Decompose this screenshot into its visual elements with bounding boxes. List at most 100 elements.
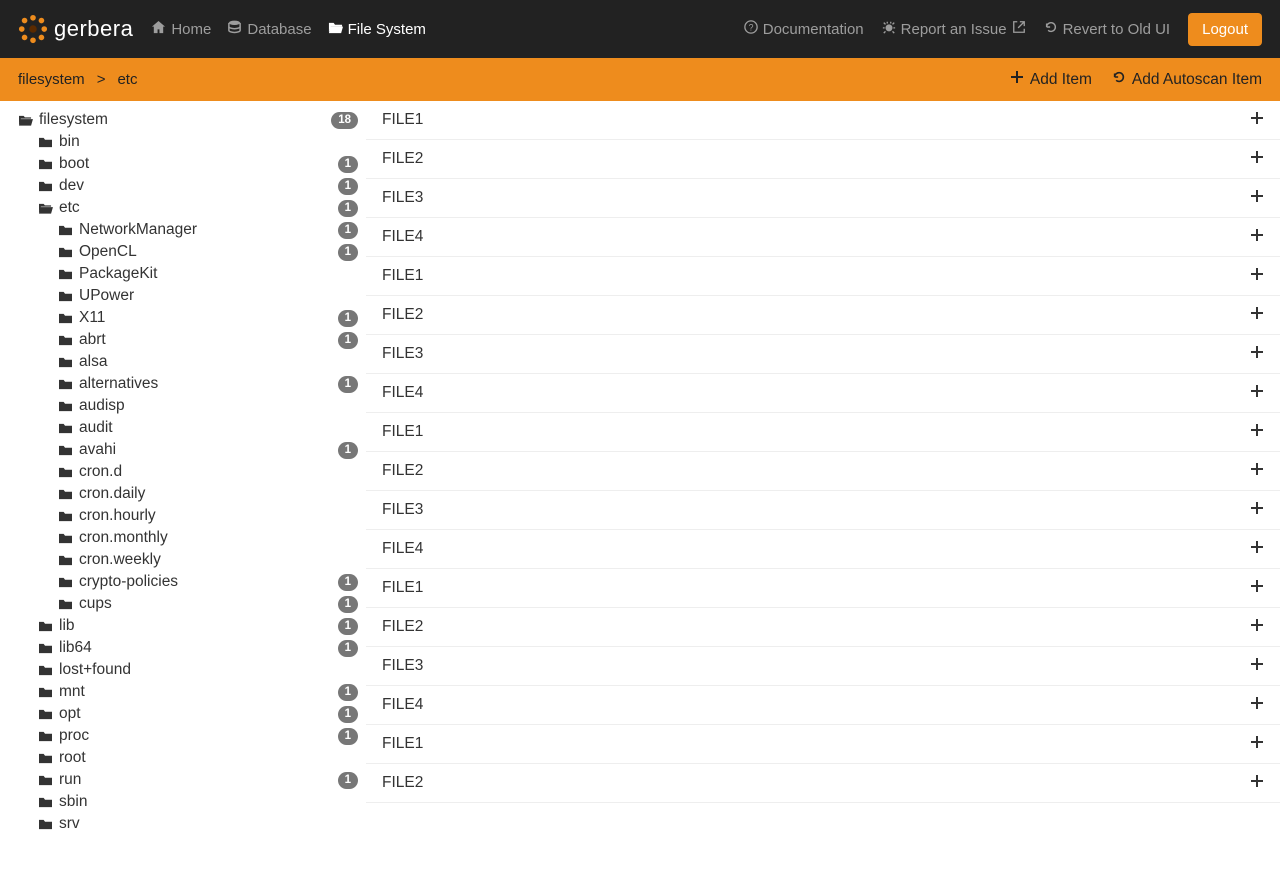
tree-item-cron.monthly[interactable]: cron.monthly <box>0 527 366 549</box>
add-file-button[interactable] <box>1250 617 1264 637</box>
add-file-button[interactable] <box>1250 149 1264 169</box>
count-badge: 1 <box>338 376 358 393</box>
add-file-button[interactable] <box>1250 344 1264 364</box>
tree-item-lib[interactable]: lib1 <box>0 615 366 637</box>
file-row[interactable]: FILE4 <box>366 374 1280 413</box>
count-badge: 1 <box>338 596 358 613</box>
tree-item-srv[interactable]: srv <box>0 813 366 835</box>
folder-icon <box>58 224 73 237</box>
file-row[interactable]: FILE1 <box>366 725 1280 764</box>
tree-item-label: avahi <box>79 440 116 460</box>
tree-item-alternatives[interactable]: alternatives1 <box>0 373 366 395</box>
tree-item-boot[interactable]: boot1 <box>0 153 366 175</box>
tree-item-root[interactable]: root <box>0 747 366 769</box>
file-row[interactable]: FILE2 <box>366 296 1280 335</box>
file-row[interactable]: FILE4 <box>366 218 1280 257</box>
count-badge: 1 <box>338 640 358 657</box>
tree-item-crypto-policies[interactable]: crypto-policies1 <box>0 571 366 593</box>
tree-item-cron.weekly[interactable]: cron.weekly <box>0 549 366 571</box>
nav-home[interactable]: Home <box>151 20 211 39</box>
file-row[interactable]: FILE1 <box>366 101 1280 140</box>
add-file-button[interactable] <box>1250 578 1264 598</box>
file-row[interactable]: FILE1 <box>366 257 1280 296</box>
tree-item-run[interactable]: run1 <box>0 769 366 791</box>
count-badge: 1 <box>338 332 358 349</box>
add-file-button[interactable] <box>1250 383 1264 403</box>
tree-item-lost+found[interactable]: lost+found <box>0 659 366 681</box>
tree-item-lib64[interactable]: lib641 <box>0 637 366 659</box>
tree-item-label: srv <box>59 814 80 834</box>
tree-item-bin[interactable]: bin <box>0 131 366 153</box>
tree-item-mnt[interactable]: mnt1 <box>0 681 366 703</box>
add-file-button[interactable] <box>1250 500 1264 520</box>
file-row[interactable]: FILE2 <box>366 452 1280 491</box>
folder-icon <box>58 356 73 369</box>
nav-documentation[interactable]: ? Documentation <box>744 20 864 38</box>
tree-item-audisp[interactable]: audisp <box>0 395 366 417</box>
tree-item-dev[interactable]: dev1 <box>0 175 366 197</box>
file-row[interactable]: FILE2 <box>366 764 1280 803</box>
add-file-button[interactable] <box>1250 734 1264 754</box>
add-file-button[interactable] <box>1250 656 1264 676</box>
tree-item-proc[interactable]: proc1 <box>0 725 366 747</box>
add-file-button[interactable] <box>1250 539 1264 559</box>
add-file-button[interactable] <box>1250 461 1264 481</box>
file-row[interactable]: FILE3 <box>366 491 1280 530</box>
tree-item-cups[interactable]: cups1 <box>0 593 366 615</box>
toolbar: filesystem > etc Add Item Add Autoscan I… <box>0 58 1280 101</box>
breadcrumb-root[interactable]: filesystem <box>18 71 85 88</box>
file-row[interactable]: FILE2 <box>366 140 1280 179</box>
nav-revert-ui[interactable]: Revert to Old UI <box>1044 20 1171 38</box>
tree-item-sbin[interactable]: sbin <box>0 791 366 813</box>
tree-item-label: mnt <box>59 682 85 702</box>
tree-item-X11[interactable]: X111 <box>0 307 366 329</box>
file-row[interactable]: FILE3 <box>366 179 1280 218</box>
nav-database[interactable]: Database <box>227 20 311 39</box>
add-file-button[interactable] <box>1250 110 1264 130</box>
add-file-button[interactable] <box>1250 695 1264 715</box>
tree-item-alsa[interactable]: alsa <box>0 351 366 373</box>
file-row[interactable]: FILE3 <box>366 335 1280 374</box>
tree-item-abrt[interactable]: abrt1 <box>0 329 366 351</box>
tree-item-cron.d[interactable]: cron.d <box>0 461 366 483</box>
add-file-button[interactable] <box>1250 422 1264 442</box>
file-row[interactable]: FILE3 <box>366 647 1280 686</box>
add-file-button[interactable] <box>1250 188 1264 208</box>
file-name: FILE4 <box>382 228 423 246</box>
add-file-button[interactable] <box>1250 773 1264 793</box>
file-row[interactable]: FILE1 <box>366 569 1280 608</box>
tree-item-PackageKit[interactable]: PackageKit <box>0 263 366 285</box>
brand[interactable]: gerbera <box>18 14 133 44</box>
tree-item-avahi[interactable]: avahi 1 <box>0 439 366 461</box>
file-row[interactable]: FILE4 <box>366 686 1280 725</box>
folder-icon <box>58 598 73 611</box>
tree-item-opt[interactable]: opt1 <box>0 703 366 725</box>
tree-item-label: root <box>59 748 86 768</box>
tree-item-label: bin <box>59 132 80 152</box>
file-row[interactable]: FILE2 <box>366 608 1280 647</box>
count-badge: 1 <box>338 178 358 195</box>
tree-item-label: cron.weekly <box>79 550 161 570</box>
add-item-button[interactable]: Add Item <box>1010 70 1092 89</box>
count-badge: 1 <box>338 442 358 459</box>
tree-item-OpenCL[interactable]: OpenCL1 <box>0 241 366 263</box>
tree-item-audit[interactable]: audit <box>0 417 366 439</box>
tree-item-cron.daily[interactable]: cron.daily <box>0 483 366 505</box>
nav-report-issue[interactable]: Report an Issue <box>882 20 1026 38</box>
file-row[interactable]: FILE1 <box>366 413 1280 452</box>
add-file-button[interactable] <box>1250 266 1264 286</box>
tree-item-label: NetworkManager <box>79 220 197 240</box>
nav-filesystem[interactable]: File System <box>328 20 426 39</box>
add-file-button[interactable] <box>1250 227 1264 247</box>
tree-item-UPower[interactable]: UPower <box>0 285 366 307</box>
logout-button[interactable]: Logout <box>1188 13 1262 46</box>
tree-item-NetworkManager[interactable]: NetworkManager1 <box>0 219 366 241</box>
folder-icon <box>58 422 73 435</box>
breadcrumb-child[interactable]: etc <box>117 71 137 88</box>
tree-item-cron.hourly[interactable]: cron.hourly <box>0 505 366 527</box>
tree-item-filesystem[interactable]: filesystem18 <box>0 109 366 131</box>
add-autoscan-button[interactable]: Add Autoscan Item <box>1112 70 1262 89</box>
file-row[interactable]: FILE4 <box>366 530 1280 569</box>
add-file-button[interactable] <box>1250 305 1264 325</box>
tree-item-etc[interactable]: etc1 <box>0 197 366 219</box>
